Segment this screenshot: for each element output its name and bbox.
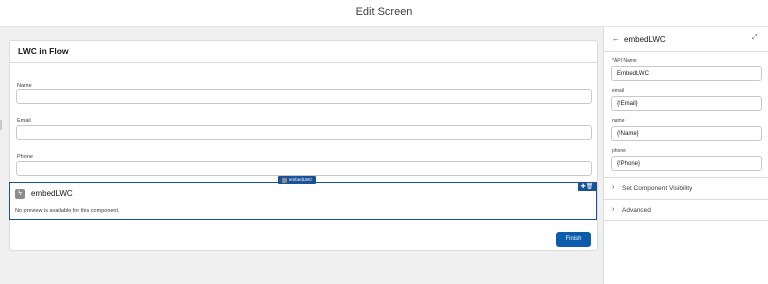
- section-label: Set Component Visibility: [622, 185, 693, 192]
- panel-header: ← embedLWC ⤢: [604, 27, 768, 52]
- top-bar: Edit Screen: [0, 0, 768, 27]
- screen-canvas: LWC in Flow Name Email Phone Finish ϟ em…: [0, 27, 603, 284]
- email-field-label: Email: [17, 118, 31, 124]
- email-prop-label: email: [612, 88, 624, 94]
- component-tag-label: embedLWC: [289, 177, 313, 182]
- component-name: embedLWC: [31, 189, 73, 198]
- finish-button[interactable]: Finish: [556, 232, 591, 247]
- page-title: Edit Screen: [355, 6, 413, 18]
- canvas-edge-handle[interactable]: [0, 120, 2, 130]
- api-name-label: *API Name: [612, 58, 637, 64]
- api-name-input[interactable]: EmbedLWC: [611, 66, 762, 81]
- component-tag-icon: [282, 177, 287, 183]
- chevron-right-icon: ›: [612, 184, 615, 191]
- phone-prop-input[interactable]: {!Phone}: [611, 156, 762, 171]
- phone-field[interactable]: [16, 161, 592, 176]
- embed-lwc-component[interactable]: ϟ embedLWC No preview is available for t…: [9, 182, 597, 220]
- component-tools[interactable]: ✚🗑: [578, 183, 596, 191]
- component-tag: embedLWC: [278, 176, 317, 184]
- panel-title: embedLWC: [624, 35, 666, 44]
- email-field[interactable]: [16, 125, 592, 140]
- properties-panel: ← embedLWC ⤢ *API Name EmbedLWC email {!…: [603, 27, 768, 284]
- no-preview-message: No preview is available for this compone…: [15, 208, 120, 214]
- name-prop-label: name: [612, 118, 625, 124]
- phone-field-label: Phone: [17, 154, 33, 160]
- back-arrow-icon[interactable]: ←: [612, 34, 620, 43]
- section-advanced[interactable]: › Advanced: [604, 199, 768, 221]
- section-label: Advanced: [622, 207, 651, 214]
- lightning-icon: ϟ: [15, 189, 25, 199]
- email-prop-input[interactable]: {!Email}: [611, 96, 762, 111]
- name-prop-input[interactable]: {!Name}: [611, 126, 762, 141]
- section-component-visibility[interactable]: › Set Component Visibility: [604, 177, 768, 199]
- phone-prop-label: phone: [612, 148, 626, 154]
- name-field[interactable]: [16, 89, 592, 104]
- chevron-right-icon: ›: [612, 206, 615, 213]
- expand-icon[interactable]: ⤢: [752, 34, 758, 42]
- card-title: LWC in Flow: [10, 41, 597, 63]
